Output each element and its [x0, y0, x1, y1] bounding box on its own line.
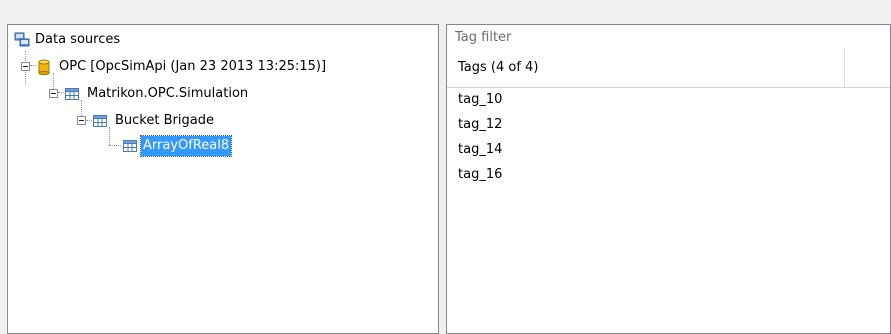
database-icon	[38, 59, 50, 75]
tags-count-header[interactable]: Tags (4 of 4)	[447, 49, 845, 87]
tag-filter-input[interactable]	[447, 25, 890, 49]
tag-filter-row	[447, 25, 890, 50]
datasources-icon	[14, 32, 30, 47]
collapse-toggle-icon[interactable]	[49, 89, 58, 98]
tree-node-label: Bucket Brigade	[115, 113, 214, 128]
table-icon	[123, 140, 137, 152]
tree-node-label: ArrayOfReal8	[139, 135, 233, 157]
tags-column-header[interactable]: Tags (4 of 4)	[447, 49, 890, 88]
table-icon	[93, 115, 107, 127]
collapse-toggle-icon[interactable]	[77, 116, 86, 125]
collapse-toggle-icon[interactable]	[21, 62, 30, 71]
tags-list: tag_10 tag_12 tag_14 tag_16	[447, 87, 890, 333]
tag-list-item[interactable]: tag_12	[447, 112, 890, 137]
tag-list-item[interactable]: tag_10	[447, 87, 890, 112]
tree-node-data-sources[interactable]: Data sources	[8, 30, 428, 50]
tag-list-item[interactable]: tag_14	[447, 137, 890, 162]
tags-panel: Tags (4 of 4) tag_10 tag_12 tag_14 tag_1…	[446, 24, 891, 334]
data-sources-tree[interactable]: Data sources OPC [OpcSimApi (Jan 23 2013…	[7, 24, 439, 334]
tree-node-matrikon-opc-simulation[interactable]: Matrikon.OPC.Simulation	[8, 84, 428, 104]
tree-node-array-of-real8[interactable]: ArrayOfReal8	[8, 135, 428, 157]
tree-node-label: Matrikon.OPC.Simulation	[87, 86, 249, 101]
tree-node-label: Data sources	[35, 32, 121, 47]
tree-node-opc[interactable]: OPC [OpcSimApi (Jan 23 2013 13:25:15)]	[8, 57, 428, 77]
tree-node-label: OPC [OpcSimApi (Jan 23 2013 13:25:15)]	[59, 59, 327, 74]
tree-node-bucket-brigade[interactable]: Bucket Brigade	[8, 111, 428, 131]
table-icon	[65, 88, 79, 100]
tag-list-item[interactable]: tag_16	[447, 162, 890, 187]
